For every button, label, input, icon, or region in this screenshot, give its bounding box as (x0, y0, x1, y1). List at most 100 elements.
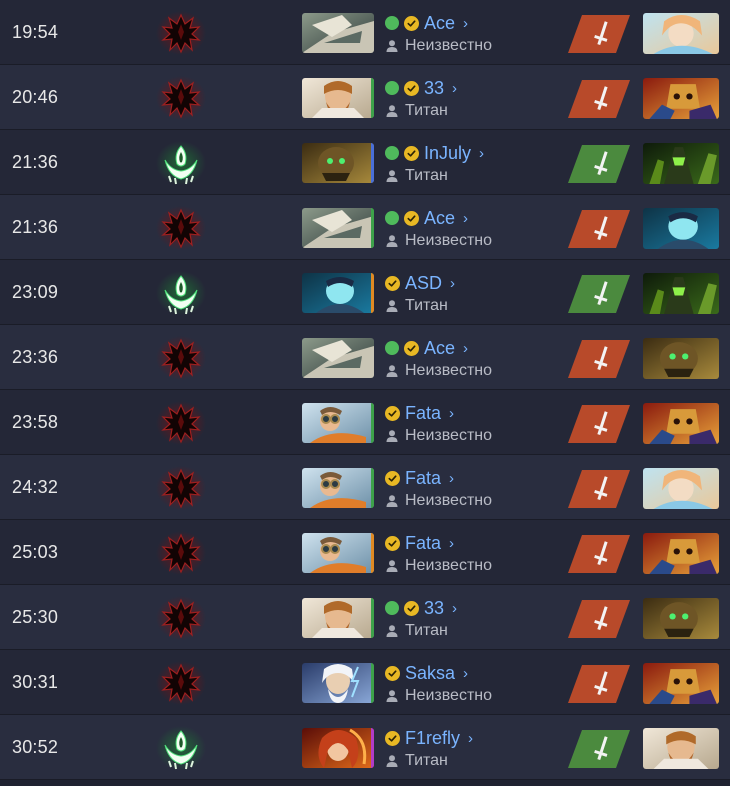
win-sword-icon (568, 145, 630, 183)
player-rank: Титан (385, 751, 448, 771)
hero-portrait[interactable] (302, 533, 374, 573)
person-icon (385, 624, 399, 638)
slot-color-stripe (371, 403, 374, 443)
player-name[interactable]: 33 (424, 598, 444, 618)
match-row: 25:03 Fata › Неизвестно (0, 520, 730, 585)
dire-faction-icon (155, 465, 207, 511)
player-rank: Неизвестно (385, 426, 492, 446)
enemy-hero-portrait[interactable] (643, 338, 719, 379)
rank-label: Неизвестно (405, 427, 493, 444)
player-link[interactable]: Fata › (385, 533, 454, 553)
player-name[interactable]: 33 (424, 78, 444, 98)
player-rank: Титан (385, 166, 448, 186)
rank-label: Неизвестно (405, 37, 493, 54)
person-icon (385, 104, 399, 118)
player-rank: Неизвестно (385, 491, 492, 511)
enemy-hero-portrait[interactable] (643, 598, 719, 639)
enemy-hero-portrait[interactable] (643, 273, 719, 314)
dire-faction-icon (155, 400, 207, 446)
hero-portrait[interactable] (302, 13, 374, 53)
person-icon (385, 364, 399, 378)
enemy-hero-portrait[interactable] (643, 143, 719, 184)
person-icon (385, 299, 399, 313)
hero-portrait[interactable] (302, 663, 374, 703)
player-link[interactable]: Saksa › (385, 663, 468, 683)
match-row: 21:36 InJuly › Титан (0, 130, 730, 195)
player-name[interactable]: Ace (424, 208, 455, 228)
rank-label: Неизвестно (405, 362, 493, 379)
match-row: 20:46 33 › Титан (0, 65, 730, 130)
rank-label: Титан (405, 622, 448, 639)
rank-label: Титан (405, 102, 448, 119)
enemy-hero-portrait[interactable] (643, 663, 719, 704)
enemy-hero-portrait[interactable] (643, 403, 719, 444)
loss-sword-icon (568, 470, 630, 508)
enemy-hero-portrait[interactable] (643, 728, 719, 769)
verified-check-icon (404, 80, 419, 96)
player-link[interactable]: F1refly › (385, 728, 473, 748)
player-rank: Титан (385, 621, 448, 641)
verified-check-icon (404, 15, 419, 31)
chevron-right-icon: › (463, 339, 469, 357)
player-name[interactable]: Ace (424, 338, 455, 358)
loss-sword-icon (568, 210, 630, 248)
enemy-hero-portrait[interactable] (643, 533, 719, 574)
enemy-hero-portrait[interactable] (643, 78, 719, 119)
match-row: 23:58 Fata › Неизвестно (0, 390, 730, 455)
player-name[interactable]: InJuly (424, 143, 471, 163)
player-link[interactable]: Fata › (385, 403, 454, 423)
event-time: 30:31 (12, 672, 59, 692)
hero-portrait[interactable] (302, 728, 374, 768)
hero-portrait[interactable] (302, 208, 374, 248)
dire-faction-icon (155, 595, 207, 641)
player-rank: Неизвестно (385, 231, 492, 251)
player-link[interactable]: 33 › (385, 78, 457, 98)
hero-portrait[interactable] (302, 598, 374, 638)
player-name[interactable]: Fata (405, 403, 441, 423)
enemy-hero-portrait[interactable] (643, 13, 719, 54)
verified-check-icon (404, 340, 419, 356)
rank-label: Титан (405, 167, 448, 184)
win-sword-icon (568, 730, 630, 768)
player-rank: Титан (385, 296, 448, 316)
player-link[interactable]: InJuly › (385, 143, 484, 163)
hero-portrait[interactable] (302, 143, 374, 183)
verified-check-icon (385, 730, 400, 746)
hero-portrait[interactable] (302, 403, 374, 443)
event-time: 30:52 (12, 737, 59, 757)
loss-sword-icon (568, 665, 630, 703)
player-name[interactable]: F1refly (405, 728, 460, 748)
player-name[interactable]: Ace (424, 13, 455, 33)
verified-check-icon (385, 405, 400, 421)
radiant-faction-icon (155, 140, 207, 186)
loss-sword-icon (568, 340, 630, 378)
player-name[interactable]: Fata (405, 533, 441, 553)
enemy-hero-portrait[interactable] (643, 468, 719, 509)
hero-portrait[interactable] (302, 338, 374, 378)
loss-sword-icon (568, 535, 630, 573)
player-link[interactable]: Fata › (385, 468, 454, 488)
event-time: 23:09 (12, 282, 59, 302)
hero-portrait[interactable] (302, 78, 374, 118)
player-link[interactable]: Ace › (385, 208, 468, 228)
dire-faction-icon (155, 75, 207, 121)
verified-check-icon (385, 665, 400, 681)
rank-label: Неизвестно (405, 687, 493, 704)
online-status-icon (385, 211, 399, 225)
player-rank: Неизвестно (385, 686, 492, 706)
hero-portrait[interactable] (302, 468, 374, 508)
person-icon (385, 234, 399, 248)
slot-color-stripe (371, 78, 374, 118)
hero-portrait[interactable] (302, 273, 374, 313)
player-name[interactable]: ASD (405, 273, 442, 293)
player-link[interactable]: Ace › (385, 338, 468, 358)
online-status-icon (385, 81, 399, 95)
player-rank: Неизвестно (385, 361, 492, 381)
player-name[interactable]: Fata (405, 468, 441, 488)
enemy-hero-portrait[interactable] (643, 208, 719, 249)
online-status-icon (385, 16, 399, 30)
player-name[interactable]: Saksa (405, 663, 455, 683)
player-link[interactable]: Ace › (385, 13, 468, 33)
player-link[interactable]: 33 › (385, 598, 457, 618)
player-link[interactable]: ASD › (385, 273, 455, 293)
